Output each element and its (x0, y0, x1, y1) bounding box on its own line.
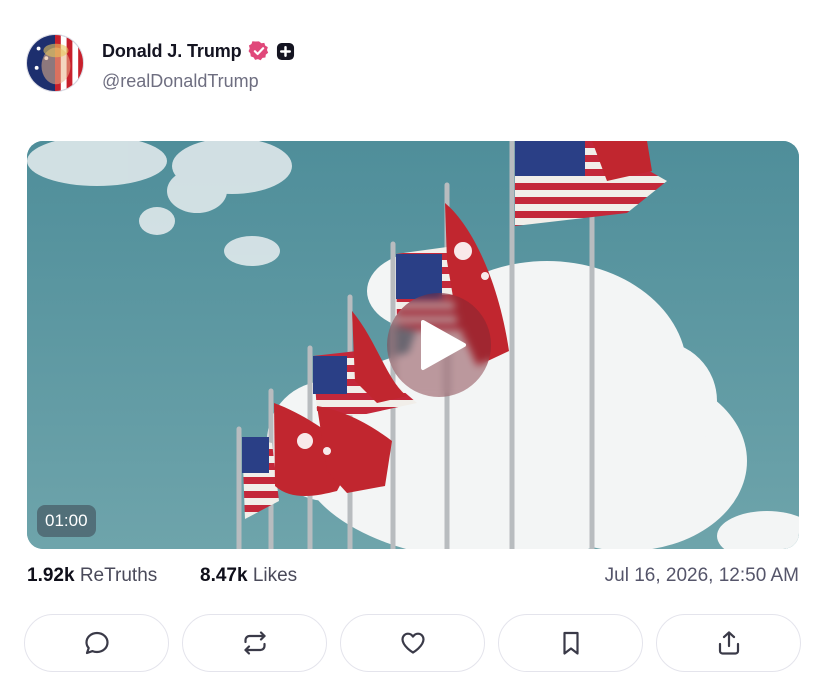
heart-icon (400, 632, 425, 654)
avatar[interactable] (26, 34, 84, 92)
avatar-image (27, 35, 83, 91)
reply-icon (84, 631, 109, 655)
retruths-stat[interactable]: 1.92k ReTruths (27, 565, 157, 587)
retruth-button[interactable] (182, 614, 327, 672)
share-button[interactable] (656, 614, 801, 672)
post-stats: 1.92k ReTruths 8.47k Likes Jul 16, 2026,… (27, 565, 799, 591)
retruth-icon (243, 631, 266, 655)
plus-badge-icon (276, 42, 295, 61)
retruths-count: 1.92k (27, 565, 75, 586)
share-icon (718, 631, 739, 655)
retruths-label: ReTruths (79, 565, 158, 586)
video-duration: 01:00 (37, 505, 96, 537)
post-timestamp[interactable]: Jul 16, 2026, 12:50 AM (605, 565, 799, 587)
name-row: Donald J. Trump (102, 40, 295, 62)
like-button[interactable] (340, 614, 485, 672)
likes-stat[interactable]: 8.47k Likes (200, 565, 297, 587)
bookmark-button[interactable] (498, 614, 643, 672)
play-icon (421, 320, 466, 370)
reply-button[interactable] (24, 614, 169, 672)
verified-badge-icon (248, 40, 270, 62)
likes-count: 8.47k (200, 565, 248, 586)
bookmark-icon (562, 631, 579, 655)
play-button[interactable] (387, 293, 491, 397)
likes-label: Likes (252, 565, 298, 586)
author-handle[interactable]: @realDonaldTrump (102, 71, 259, 92)
video-player[interactable]: 01:00 (27, 141, 799, 549)
post-actions (24, 614, 804, 672)
post-header: Donald J. Trump @realDonaldTrump (26, 34, 806, 94)
display-name[interactable]: Donald J. Trump (102, 41, 242, 62)
